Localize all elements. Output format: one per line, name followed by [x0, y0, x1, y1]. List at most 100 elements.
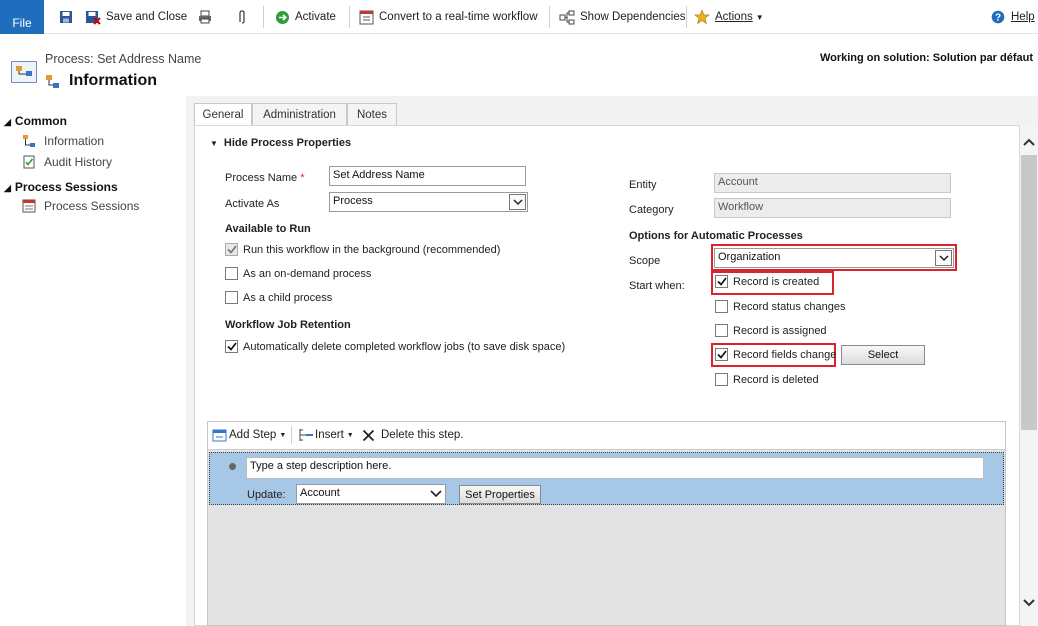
- ribbon-separator: [549, 6, 550, 28]
- update-entity-value: Account: [300, 487, 340, 499]
- chevron-down-icon: [427, 486, 444, 502]
- nav-group-process-sessions[interactable]: ◢ Process Sessions: [4, 180, 118, 194]
- dependencies-icon: [559, 9, 575, 25]
- option-on-demand[interactable]: As an on-demand process: [225, 267, 371, 280]
- nav-item-process-sessions[interactable]: Process Sessions: [22, 199, 139, 213]
- activate-icon: [274, 9, 290, 25]
- nav-item-information[interactable]: Information: [22, 134, 104, 148]
- option-auto-delete[interactable]: Automatically delete completed workflow …: [225, 340, 565, 353]
- tab-general[interactable]: General: [194, 103, 252, 126]
- entity-field: Account: [714, 173, 951, 193]
- checkbox-unchecked[interactable]: [715, 373, 728, 386]
- add-step-menu[interactable]: Add Step ▼: [211, 426, 286, 444]
- set-properties-button[interactable]: Set Properties: [459, 485, 541, 504]
- update-entity-select[interactable]: Account: [296, 484, 446, 504]
- option-label: Record is created: [733, 275, 820, 288]
- print-button[interactable]: [197, 8, 218, 26]
- convert-label: Convert to a real-time workflow: [379, 11, 538, 23]
- step-bullet-icon: [229, 463, 236, 470]
- option-background[interactable]: Run this workflow in the background (rec…: [225, 243, 500, 256]
- page-title: Information: [69, 72, 157, 89]
- scope-select[interactable]: Organization: [714, 248, 954, 268]
- nav-item-label: Information: [44, 134, 105, 148]
- process-name-label: Process Name *: [225, 172, 305, 184]
- category-label: Category: [629, 204, 674, 216]
- ribbon-separator: [263, 6, 264, 28]
- add-step-label: Add Step: [229, 429, 277, 441]
- audit-history-icon: [22, 155, 36, 169]
- required-asterisk: *: [300, 172, 305, 184]
- option-label: Run this workflow in the background (rec…: [243, 243, 501, 256]
- start-record-deleted[interactable]: Record is deleted: [715, 373, 819, 386]
- attach-button[interactable]: [234, 8, 255, 26]
- chevron-down-icon: ▼: [346, 431, 354, 439]
- save-close-button[interactable]: Save and Close: [85, 8, 187, 26]
- insert-label: Insert: [315, 429, 344, 441]
- scrollbar-thumb[interactable]: [1021, 155, 1037, 430]
- print-icon: [197, 9, 213, 25]
- tab-notes[interactable]: Notes: [347, 103, 397, 125]
- option-child-process[interactable]: As a child process: [225, 291, 332, 304]
- delete-x-icon: [360, 427, 376, 443]
- checkbox-unchecked[interactable]: [225, 267, 238, 280]
- save-button[interactable]: [58, 8, 79, 26]
- nav-group-label: Process Sessions: [14, 180, 118, 194]
- activate-as-value: Process: [333, 195, 373, 207]
- actions-label: Actions: [715, 11, 753, 23]
- step-description-input[interactable]: Type a step description here.: [246, 457, 984, 479]
- chevron-down-icon: ▼: [755, 12, 764, 22]
- help-icon: ?: [990, 9, 1006, 25]
- select-fields-button[interactable]: Select: [841, 345, 925, 365]
- checkbox-checked[interactable]: [715, 275, 728, 288]
- process-name-field[interactable]: Set Address Name: [329, 166, 526, 186]
- nav-item-label: Process Sessions: [44, 199, 140, 213]
- tab-administration[interactable]: Administration: [252, 103, 347, 125]
- checkbox-unchecked[interactable]: [715, 300, 728, 313]
- activate-label: Activate: [295, 11, 336, 23]
- checkbox-checked[interactable]: [225, 243, 238, 256]
- scope-label: Scope: [629, 255, 661, 267]
- show-dependencies-button[interactable]: Show Dependencies: [559, 8, 686, 26]
- scroll-up-icon[interactable]: [1022, 137, 1036, 150]
- convert-icon: [358, 9, 374, 25]
- nav-item-audit-history[interactable]: Audit History: [22, 155, 112, 169]
- start-fields-change[interactable]: Record fields change: [715, 348, 836, 361]
- delete-step-button[interactable]: Delete this step.: [360, 426, 463, 444]
- collapse-triangle-icon: ▼: [210, 139, 218, 148]
- activate-as-select[interactable]: Process: [329, 192, 528, 212]
- nav-group-common[interactable]: ◢ Common: [4, 114, 67, 128]
- checkbox-unchecked[interactable]: [715, 324, 728, 337]
- category-field: Workflow: [714, 198, 951, 218]
- convert-button[interactable]: Convert to a real-time workflow: [358, 8, 538, 26]
- section-title: Hide Process Properties: [223, 137, 352, 149]
- start-record-assigned[interactable]: Record is assigned: [715, 324, 827, 337]
- option-label: Record is assigned: [733, 324, 827, 337]
- help-menu[interactable]: ? Help ▼: [990, 8, 1038, 26]
- start-record-created[interactable]: Record is created: [715, 275, 819, 288]
- start-status-changes[interactable]: Record status changes: [715, 300, 846, 313]
- collapse-triangle-icon: ◢: [4, 117, 11, 127]
- toolbar-separator: [291, 426, 292, 444]
- chevron-down-icon: [935, 250, 952, 266]
- actions-menu[interactable]: Actions ▼: [694, 8, 764, 26]
- insert-menu[interactable]: Insert ▼: [298, 426, 354, 444]
- scroll-down-icon[interactable]: [1022, 598, 1036, 611]
- file-button[interactable]: File: [0, 0, 44, 34]
- activate-as-label: Activate As: [225, 198, 280, 210]
- nav-item-label: Audit History: [44, 155, 113, 169]
- option-label: As a child process: [243, 291, 333, 304]
- process-icon: [22, 134, 36, 148]
- option-label: Record fields change: [733, 348, 837, 361]
- available-to-run-title: Available to Run: [225, 223, 311, 235]
- start-when-label: Start when:: [629, 280, 685, 292]
- activate-button[interactable]: Activate: [274, 8, 336, 26]
- save-icon: [58, 9, 74, 25]
- help-label: Help: [1011, 11, 1035, 23]
- section-toggle[interactable]: ▼ Hide Process Properties: [210, 137, 351, 149]
- option-label: As an on-demand process: [243, 267, 372, 280]
- save-close-icon: [85, 9, 101, 25]
- checkbox-checked[interactable]: [715, 348, 728, 361]
- checkbox-checked[interactable]: [225, 340, 238, 353]
- checkbox-unchecked[interactable]: [225, 291, 238, 304]
- insert-icon: [298, 427, 314, 443]
